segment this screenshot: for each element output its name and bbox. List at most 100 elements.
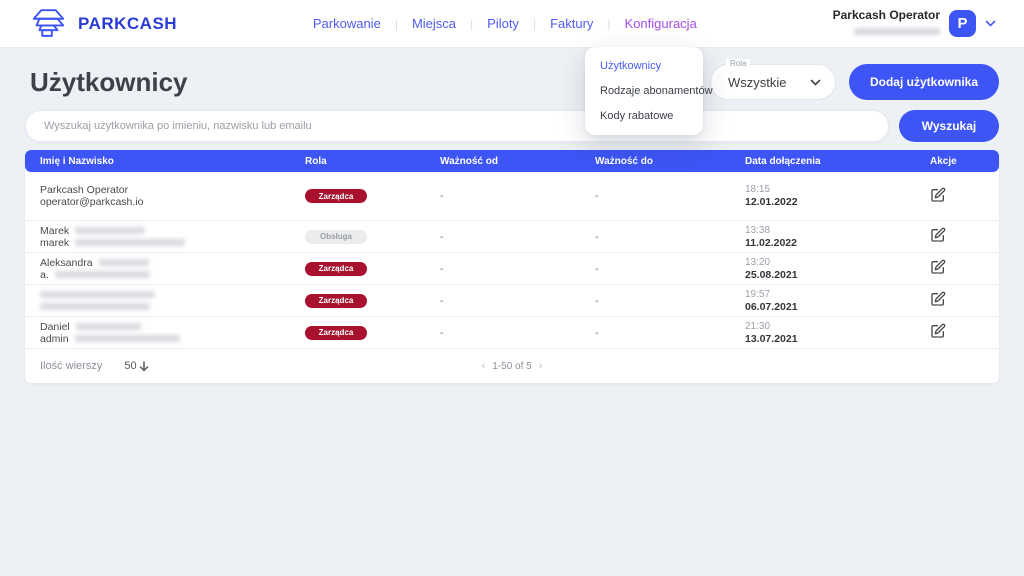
valid-from-value: - xyxy=(440,327,595,339)
user-row-name: Daniel xyxy=(40,321,70,333)
menu-item-kody-rabatowe[interactable]: Kody rabatowe xyxy=(600,110,688,122)
redacted-text xyxy=(76,323,141,330)
joined-time: 21:30 xyxy=(745,321,905,333)
redacted-text xyxy=(75,239,185,246)
rows-per-page-select[interactable]: 50 xyxy=(124,360,148,372)
valid-from-value: - xyxy=(440,263,595,275)
valid-to-value: - xyxy=(595,327,745,339)
valid-to-value: - xyxy=(595,231,745,243)
role-badge: Zarządca xyxy=(305,294,367,308)
column-header-actions: Akcje xyxy=(905,156,999,167)
role-select-value: Wszystkie xyxy=(728,75,787,90)
rows-per-page-value: 50 xyxy=(124,360,136,372)
joined-time: 18:15 xyxy=(745,184,905,196)
user-name: Parkcash Operator xyxy=(833,8,940,22)
user-row-email: operator@parkcash.io xyxy=(40,196,143,208)
role-badge: Zarządca xyxy=(305,262,367,276)
joined-time: 19:57 xyxy=(745,289,905,301)
role-select[interactable]: Rola Wszystkie xyxy=(710,64,836,100)
pagination-next-icon[interactable]: › xyxy=(539,360,543,372)
valid-to-value: - xyxy=(595,295,745,307)
parkcash-logo-icon xyxy=(28,7,68,40)
search-input[interactable] xyxy=(25,110,889,142)
column-header-role: Rola xyxy=(305,156,440,167)
main-nav: Parkowanie | Miejsca | Piloty | Faktury … xyxy=(313,16,697,31)
arrow-down-icon xyxy=(139,361,149,372)
user-row-email: a. xyxy=(40,269,49,281)
add-user-button[interactable]: Dodaj użytkownika xyxy=(849,64,999,100)
user-row-name: Aleksandra xyxy=(40,257,93,269)
role-badge: Obsługa xyxy=(305,230,367,244)
nav-divider: | xyxy=(470,17,473,31)
joined-date: 11.02.2022 xyxy=(745,237,905,249)
user-row-email: admin xyxy=(40,333,69,345)
redacted-text xyxy=(40,291,155,298)
table-row: Marek marek Obsługa - - 13:38 11.02.2022 xyxy=(25,221,999,253)
valid-from-value: - xyxy=(440,190,595,202)
table-row: Zarządca - - 19:57 06.07.2021 xyxy=(25,285,999,317)
search-button[interactable]: Wyszukaj xyxy=(899,110,999,142)
joined-date: 13.07.2021 xyxy=(745,333,905,345)
config-dropdown: Użytkownicy Rodzaje abonamentów Kody rab… xyxy=(585,47,703,135)
joined-date: 12.01.2022 xyxy=(745,196,905,208)
menu-item-rodzaje-abonamentow[interactable]: Rodzaje abonamentów xyxy=(600,85,688,97)
nav-item-konfiguracja[interactable]: Konfiguracja xyxy=(625,16,697,31)
valid-from-value: - xyxy=(440,295,595,307)
redacted-text xyxy=(40,303,150,310)
role-select-label: Rola xyxy=(726,59,750,68)
chevron-down-icon[interactable] xyxy=(985,20,996,27)
valid-to-value: - xyxy=(595,263,745,275)
role-badge: Zarządca xyxy=(305,326,367,340)
joined-date: 25.08.2021 xyxy=(745,269,905,281)
column-header-valid-to: Ważność do xyxy=(595,156,745,167)
top-header: PARKCASH Parkowanie | Miejsca | Piloty |… xyxy=(0,0,1024,48)
table-header: Imię i Nazwisko Rola Ważność od Ważność … xyxy=(25,150,999,172)
chevron-down-icon xyxy=(810,79,821,86)
pagination-range: 1-50 of 5 xyxy=(492,361,531,372)
nav-divider: | xyxy=(607,17,610,31)
edit-icon[interactable] xyxy=(930,291,946,307)
column-header-valid-from: Ważność od xyxy=(440,156,595,167)
rows-per-page-label: Ilość wierszy xyxy=(40,360,102,372)
table-row: Parkcash Operator operator@parkcash.io Z… xyxy=(25,172,999,221)
main-content: Użytkownicy Rola Wszystkie Dodaj użytkow… xyxy=(0,60,1024,383)
user-avatar[interactable]: P xyxy=(949,10,976,37)
redacted-text xyxy=(75,227,145,234)
pagination: ‹ 1-50 of 5 › xyxy=(482,360,543,372)
brand-logo[interactable]: PARKCASH xyxy=(28,7,177,40)
page-title: Użytkownicy xyxy=(25,67,188,98)
table-footer: Ilość wierszy 50 ‹ 1-50 of 5 › xyxy=(25,349,999,383)
brand-name: PARKCASH xyxy=(78,14,177,34)
joined-time: 13:38 xyxy=(745,225,905,237)
user-row-name: Marek xyxy=(40,225,69,237)
table-row: Aleksandra a. Zarządca - - 13:20 25.08.2… xyxy=(25,253,999,285)
redacted-text xyxy=(55,271,150,278)
edit-icon[interactable] xyxy=(930,227,946,243)
valid-from-value: - xyxy=(440,231,595,243)
nav-item-piloty[interactable]: Piloty xyxy=(487,16,519,31)
menu-item-uzytkownicy[interactable]: Użytkownicy xyxy=(600,60,688,72)
valid-to-value: - xyxy=(595,190,745,202)
role-badge: Zarządca xyxy=(305,189,367,203)
joined-date: 06.07.2021 xyxy=(745,301,905,313)
user-email-redacted xyxy=(854,28,940,35)
redacted-text xyxy=(99,259,149,266)
nav-item-miejsca[interactable]: Miejsca xyxy=(412,16,456,31)
user-row-email: marek xyxy=(40,237,69,249)
table-row: Daniel admin Zarządca - - 21:30 13.07.20… xyxy=(25,317,999,349)
nav-item-faktury[interactable]: Faktury xyxy=(550,16,593,31)
edit-icon[interactable] xyxy=(930,323,946,339)
users-table: Imię i Nazwisko Rola Ważność od Ważność … xyxy=(25,150,999,383)
edit-icon[interactable] xyxy=(930,187,946,203)
redacted-text xyxy=(75,335,180,342)
user-info: Parkcash Operator xyxy=(833,8,940,40)
edit-icon[interactable] xyxy=(930,259,946,275)
column-header-name: Imię i Nazwisko xyxy=(25,156,305,167)
pagination-prev-icon[interactable]: ‹ xyxy=(482,360,486,372)
user-row-name: Parkcash Operator xyxy=(40,184,128,196)
nav-item-parkowanie[interactable]: Parkowanie xyxy=(313,16,381,31)
column-header-joined: Data dołączenia xyxy=(745,156,905,167)
nav-divider: | xyxy=(395,17,398,31)
joined-time: 13:20 xyxy=(745,257,905,269)
user-menu[interactable]: Parkcash Operator P xyxy=(833,8,996,40)
